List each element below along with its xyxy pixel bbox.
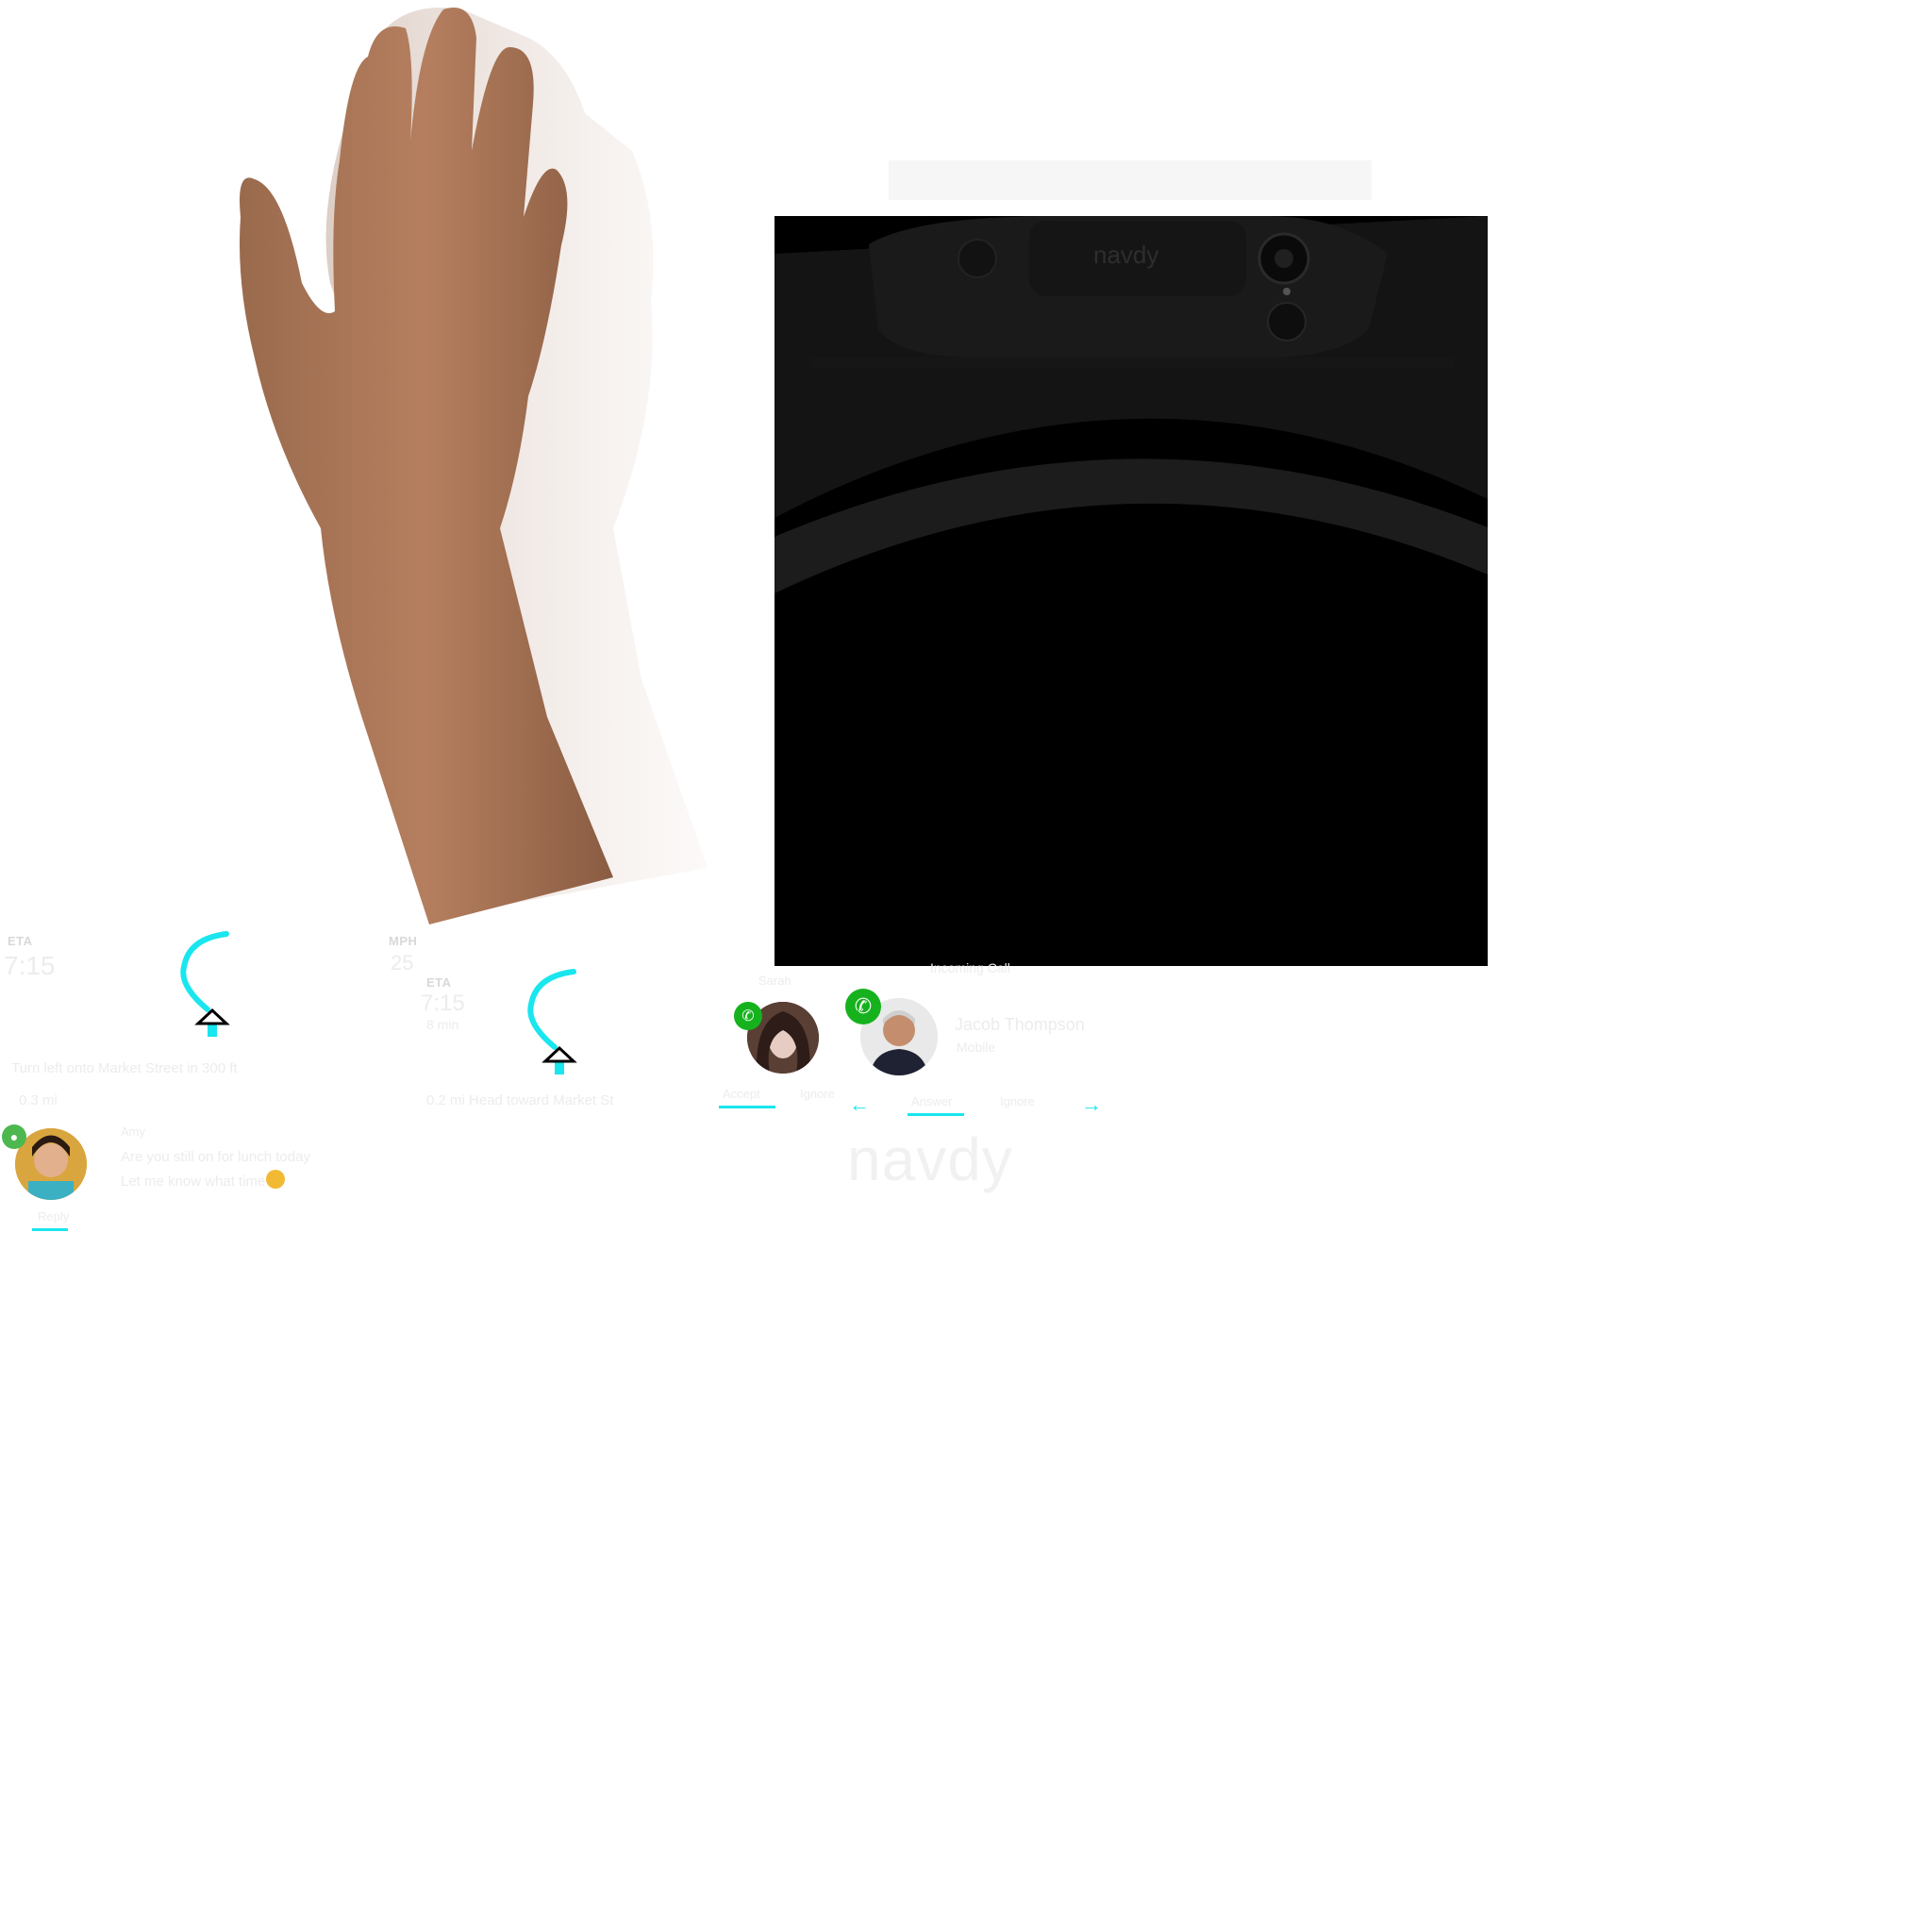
message-line-1: Are you still on for lunch today (121, 1149, 310, 1165)
eta-time-2: 7:15 (421, 991, 465, 1016)
reply-button[interactable]: Reply (38, 1209, 69, 1224)
ignore-button[interactable]: Ignore (1000, 1094, 1035, 1108)
eta-time: 7:15 (4, 951, 56, 980)
eta-label-2: ETA (426, 975, 452, 990)
call-header: Incoming Call (930, 960, 1010, 975)
nav-instruction-2: 0.2 mi Head toward Market St (426, 1092, 614, 1108)
left-arrow-icon[interactable]: ← (849, 1092, 870, 1117)
eta-label: ETA (8, 934, 33, 948)
nav-distance-1: 0.3 mi (19, 1092, 58, 1108)
route-line-2 (527, 969, 577, 1074)
accept-button[interactable]: Accept (723, 1087, 760, 1101)
phone-screen-placeholder (889, 160, 1372, 200)
device-illustration: navdy (774, 216, 1488, 966)
reply-underline (32, 1228, 68, 1231)
phone-icon-2: ✆ (845, 989, 881, 1024)
message-badge-icon: ● (2, 1124, 26, 1149)
message-line-2: Let me know what time (121, 1174, 266, 1190)
answer-button[interactable]: Answer (911, 1094, 952, 1108)
speed-value: 25 (391, 951, 414, 974)
nav-instruction-1: Turn left onto Market Street in 300 ft (11, 1060, 238, 1076)
right-arrow-icon[interactable]: → (1081, 1092, 1102, 1117)
phone-icon-1: ✆ (734, 1002, 762, 1030)
route-line-1 (180, 931, 230, 1037)
navdy-logo: navdy (847, 1125, 1013, 1193)
caller-name-1: Sarah (758, 974, 791, 988)
caller-name-2: Jacob Thompson (955, 1015, 1085, 1034)
navdy-device-photo: navdy (774, 216, 1488, 966)
decline-button[interactable]: Ignore (800, 1087, 835, 1101)
waving-hand-image (240, 8, 708, 924)
smile-emoji-icon (266, 1170, 285, 1189)
device-brand-text: navdy (1093, 241, 1158, 269)
accept-underline (719, 1106, 775, 1108)
caller-sub-2: Mobile (957, 1040, 996, 1055)
message-sender: Amy (121, 1124, 145, 1139)
answer-underline (908, 1113, 964, 1116)
speed-label: MPH (389, 934, 418, 948)
eta-sub-2: 8 min (426, 1017, 459, 1032)
